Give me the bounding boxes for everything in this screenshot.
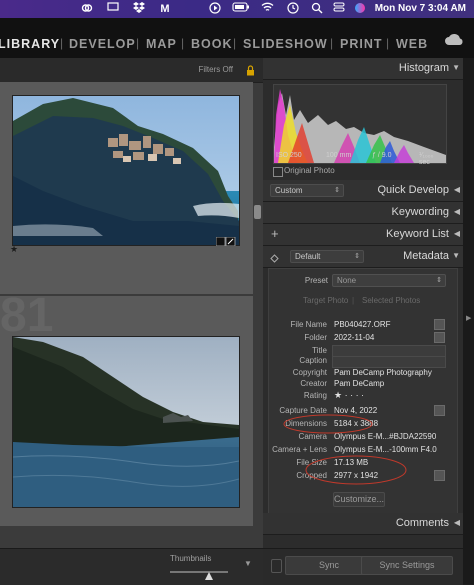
cell-index-number: 81	[0, 289, 54, 342]
filters-off-label[interactable]: Filters Off	[198, 65, 233, 74]
mac-menu-bar: M Mon Nov 7 3:04 AM	[0, 0, 474, 18]
module-library[interactable]: LIBRARY	[0, 37, 60, 51]
file-name-action-icon[interactable]	[434, 319, 445, 330]
annotation-circles	[283, 414, 407, 485]
dropdown-arrows-icon: ⇕	[354, 253, 360, 260]
rating-star[interactable]: ★	[10, 244, 18, 255]
histogram-aperture: ƒ / 9.0	[372, 152, 392, 159]
dropbox-icon[interactable]	[132, 2, 146, 16]
customize-button[interactable]: Customize...	[333, 492, 385, 507]
lock-icon[interactable]	[246, 63, 255, 81]
filter-bar: Filters Off	[0, 58, 263, 83]
sync-bar: Sync Sync Settings	[263, 548, 463, 585]
sync-settings-button[interactable]: Sync Settings	[361, 556, 453, 575]
thumbnail-size-slider[interactable]	[170, 571, 228, 573]
original-photo-label: Original Photo	[284, 166, 335, 175]
comments-title: Comments	[395, 517, 449, 529]
dropdown-arrows-icon: ⇕	[334, 187, 340, 194]
module-slideshow[interactable]: SLIDESHOW	[243, 37, 328, 51]
field-label: Copyright	[292, 368, 327, 377]
metadata-header[interactable]: Default ⇕ Metadata ▼	[263, 246, 463, 268]
keyword-list-header[interactable]: + Keyword List ◀	[263, 224, 463, 246]
creative-cloud-logo-icon	[444, 32, 464, 51]
field-label: Creator	[300, 379, 327, 388]
quick-develop-title: Quick Develop	[377, 184, 449, 196]
quick-develop-preset-dropdown[interactable]: Custom ⇕	[270, 184, 344, 197]
metadata-settings-icon[interactable]	[270, 250, 279, 268]
grid-scrollbar-thumb[interactable]	[254, 205, 261, 219]
selected-photos-toggle[interactable]: Selected Photos	[362, 296, 420, 305]
photo-thumbnail[interactable]	[12, 336, 240, 508]
dropdown-arrows-icon: ⇕	[436, 277, 442, 284]
edit-badge-icon[interactable]	[215, 233, 236, 251]
battery-icon[interactable]	[232, 2, 250, 16]
panel-collapse-arrow-icon[interactable]: ▶	[466, 314, 471, 322]
preset-label: Preset	[304, 276, 328, 285]
metadata-title: Metadata	[403, 250, 449, 262]
original-photo-checkbox[interactable]	[273, 167, 283, 177]
module-picker: LIBRARY | DEVELOP | MAP | BOOK | SLIDESH…	[0, 18, 474, 58]
module-web[interactable]: WEB	[396, 37, 428, 51]
keyword-list-title: Keyword List	[386, 228, 449, 240]
clock-icon[interactable]	[286, 2, 300, 16]
wifi-icon[interactable]	[260, 2, 274, 16]
histogram-focal-length: 100 mm	[326, 152, 352, 159]
quick-develop-header[interactable]: Custom ⇕ Quick Develop ◀	[263, 180, 463, 202]
histogram-shutter: ¹⁄₁₀₀₀ sec	[419, 152, 434, 166]
histogram-graph[interactable]: ISO 250 100 mm ƒ / 9.0 ¹⁄₁₀₀₀ sec	[273, 84, 447, 166]
capture-date-action-icon[interactable]	[434, 405, 445, 416]
photo-thumbnail[interactable]	[12, 95, 240, 246]
right-panel-edge: ▶	[463, 58, 474, 584]
metadata-view-dropdown[interactable]: Default ⇕	[290, 250, 364, 263]
collapse-arrow-icon[interactable]: ▼	[452, 251, 460, 260]
expand-arrow-icon[interactable]: ◀	[454, 185, 460, 194]
keywording-title: Keywording	[391, 206, 449, 218]
siri-icon[interactable]	[353, 2, 367, 16]
comments-header[interactable]: Comments ◀	[263, 513, 463, 535]
creator-value[interactable]: Pam DeCamp	[334, 379, 384, 388]
screen-share-icon[interactable]	[106, 2, 120, 16]
histogram-title: Histogram	[398, 62, 449, 74]
field-label: Rating	[303, 391, 327, 400]
histogram-header[interactable]: Histogram ▼	[263, 58, 463, 80]
creative-cloud-icon[interactable]	[80, 2, 94, 16]
sync-toggle-switch[interactable]	[271, 559, 282, 573]
grid-cell[interactable]: 81	[0, 289, 253, 526]
keywording-header[interactable]: Keywording ◀	[263, 202, 463, 224]
module-print[interactable]: PRINT	[340, 37, 383, 51]
folder-action-icon[interactable]	[434, 332, 445, 343]
field-label: File Name	[290, 320, 327, 329]
metadata-preset-dropdown[interactable]: None ⇕	[332, 274, 446, 287]
file-name-value[interactable]: PB040427.ORF	[334, 320, 390, 329]
expand-arrow-icon[interactable]: ◀	[454, 518, 460, 527]
m-icon[interactable]: M	[158, 2, 172, 16]
expand-arrow-icon[interactable]: ◀	[454, 229, 460, 238]
copyright-value[interactable]: Pam DeCamp Photography	[334, 368, 432, 377]
histogram-iso: ISO 250	[276, 152, 302, 159]
control-center-icon[interactable]	[332, 2, 346, 16]
add-keyword-plus-icon[interactable]: +	[271, 226, 279, 241]
play-icon[interactable]	[208, 2, 222, 16]
field-label: Caption	[299, 356, 327, 365]
search-icon[interactable]	[310, 2, 324, 16]
caption-field[interactable]	[332, 356, 446, 368]
target-photo-toggle[interactable]: Target Photo	[303, 296, 348, 305]
collapse-arrow-icon[interactable]: ▼	[452, 63, 460, 72]
field-label: Title	[312, 346, 327, 355]
expand-arrow-icon[interactable]: ◀	[454, 207, 460, 216]
field-label: Folder	[304, 333, 327, 342]
grid-toolbar: Thumbnails ▼	[0, 548, 263, 585]
module-map[interactable]: MAP	[146, 37, 177, 51]
rating-stars[interactable]: ★ · · · ·	[334, 390, 364, 401]
folder-value[interactable]: 2022-11-04	[334, 333, 374, 342]
toolbar-dropdown-icon[interactable]: ▼	[244, 559, 252, 568]
module-book[interactable]: BOOK	[191, 37, 233, 51]
slider-knob-icon[interactable]	[205, 567, 213, 585]
grid-cell[interactable]: ★	[0, 82, 253, 294]
menubar-datetime[interactable]: Mon Nov 7 3:04 AM	[375, 2, 466, 16]
module-develop[interactable]: DEVELOP	[69, 37, 136, 51]
sync-button[interactable]: Sync	[285, 556, 373, 575]
cropped-action-icon[interactable]	[434, 470, 445, 481]
thumbnails-label: Thumbnails	[170, 554, 212, 563]
